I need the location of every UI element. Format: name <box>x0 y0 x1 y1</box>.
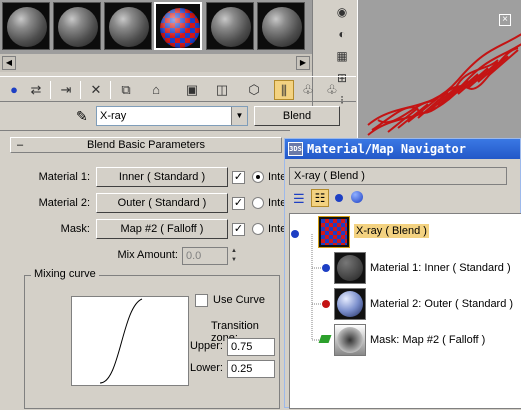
material-name-row: ✎ X-ray ▼ Blend <box>0 104 356 130</box>
mask-label: Mask: <box>60 223 90 235</box>
navigator-toolbar: ☰ ☷ <box>289 189 519 211</box>
navigator-current-material: X-ray ( Blend ) <box>289 167 507 185</box>
xray-thumb-icon <box>321 219 347 245</box>
backlight-icon[interactable]: ◐ <box>331 24 353 44</box>
eyedropper-icon[interactable]: ✎ <box>76 108 88 125</box>
blend-node-icon <box>291 230 299 238</box>
sample-slot-2[interactable] <box>53 2 101 50</box>
standard-node-icon <box>322 264 330 272</box>
go-forward-sibling-icon[interactable]: ♧ <box>298 80 318 100</box>
mask-interactive-radio[interactable] <box>252 223 264 235</box>
material2-interactive-radio[interactable] <box>252 197 264 209</box>
tree-node-inner[interactable] <box>334 252 366 284</box>
view-large-icons-icon[interactable] <box>351 191 363 203</box>
material-sphere-preview <box>58 7 98 47</box>
sample-slot-5[interactable] <box>206 2 254 50</box>
material-sphere-preview <box>262 7 302 47</box>
rollout-title: Blend Basic Parameters <box>87 139 205 151</box>
lower-label: Lower: <box>189 362 223 374</box>
sample-type-icon[interactable]: ◉ <box>331 2 353 22</box>
chevron-down-icon[interactable]: ▼ <box>231 107 247 125</box>
material2-enable-checkbox[interactable]: ✓ <box>232 197 245 210</box>
checker-sphere-preview <box>160 8 200 48</box>
scroll-right-arrow-icon[interactable]: ▶ <box>296 56 310 70</box>
view-list-icons-icon[interactable]: ☷ <box>311 189 329 207</box>
tree-label-inner[interactable]: Material 1: Inner ( Standard ) <box>370 262 511 274</box>
mix-amount-spinner-icon[interactable]: ▲ ▼ <box>229 247 239 265</box>
material2-label: Material 2: <box>38 197 90 209</box>
material-effects-channel-icon[interactable]: ▣ <box>182 80 202 100</box>
sample-slot-6[interactable] <box>257 2 305 50</box>
sample-slots <box>0 0 312 54</box>
assign-to-selection-icon[interactable]: ⇥ <box>56 80 76 100</box>
xray-helix-object <box>367 33 521 136</box>
mixing-curve-group: Mixing curve Use Curve Transition zone: … <box>24 268 280 409</box>
put-to-scene-icon[interactable]: ⇄ <box>26 80 46 100</box>
get-material-icon[interactable]: ● <box>4 80 24 100</box>
lower-field[interactable]: 0.25 <box>227 360 275 378</box>
material-sphere-preview <box>211 7 251 47</box>
material2-button[interactable]: Outer ( Standard ) <box>96 193 228 213</box>
material1-interactive-radio[interactable] <box>252 171 264 183</box>
material-name-combo[interactable]: X-ray ▼ <box>96 106 248 126</box>
tree-node-mask[interactable] <box>334 324 366 356</box>
blend-parameters-panel: – Blend Basic Parameters Material 1: Inn… <box>0 130 290 409</box>
navigator-title: Material/Map Navigator <box>307 142 466 156</box>
viewport[interactable]: × <box>357 0 521 138</box>
material-sphere-preview <box>7 7 47 47</box>
tree-node-outer[interactable] <box>334 288 366 320</box>
falloff-thumb-icon <box>337 327 363 353</box>
material-sphere-preview <box>109 7 149 47</box>
background-icon[interactable]: ▦ <box>331 46 353 66</box>
material1-enable-checkbox[interactable]: ✓ <box>232 171 245 184</box>
rollout-header[interactable]: – Blend Basic Parameters <box>10 137 282 153</box>
make-unique-icon[interactable]: ⧉ <box>116 80 136 100</box>
upper-label: Upper: <box>189 340 223 352</box>
pick-material-icon[interactable]: ♧ <box>322 80 342 100</box>
mixing-curve-graph <box>71 296 189 386</box>
go-to-parent-icon[interactable]: ⫼ <box>274 80 294 100</box>
mixing-curve-line <box>99 298 143 384</box>
use-curve-label: Use Curve <box>213 294 265 306</box>
material-map-navigator-window: 3DS Material/Map Navigator X-ray ( Blend… <box>284 138 521 409</box>
outer-thumb-icon <box>337 291 363 317</box>
inner-thumb-icon <box>337 255 363 281</box>
upper-field[interactable]: 0.75 <box>227 338 275 356</box>
slots-scrollbar[interactable]: ◀ ▶ <box>0 54 312 72</box>
3ds-logo-icon: 3DS <box>288 142 303 156</box>
reset-map-icon[interactable]: ✕ <box>86 80 106 100</box>
mask-button[interactable]: Map #2 ( Falloff ) <box>96 219 228 239</box>
mixing-curve-title: Mixing curve <box>31 268 99 280</box>
mask-enable-checkbox[interactable]: ✓ <box>232 223 245 236</box>
put-to-library-icon[interactable]: ⌂ <box>146 80 166 100</box>
navigator-tree: X-ray ( Blend ) Material 1: Inner ( Stan… <box>289 213 521 409</box>
navigator-title-bar[interactable]: 3DS Material/Map Navigator <box>285 139 520 159</box>
sample-slot-3[interactable] <box>104 2 152 50</box>
tree-label-mask[interactable]: Mask: Map #2 ( Falloff ) <box>370 334 485 346</box>
material-name-value: X-ray <box>100 110 127 122</box>
sample-slot-1[interactable] <box>2 2 50 50</box>
use-curve-checkbox[interactable] <box>195 294 208 307</box>
tree-label-xray[interactable]: X-ray ( Blend ) <box>354 224 429 238</box>
view-small-icons-icon[interactable] <box>335 194 343 202</box>
view-list-icon[interactable]: ☰ <box>293 191 305 207</box>
material-editor-toolbar: ● ⇄ ⇥ ✕ ⧉ ⌂ ▣ ◫ ⬡ ⫼ ♧ ♧ <box>0 76 356 102</box>
tree-label-outer[interactable]: Material 2: Outer ( Standard ) <box>370 298 513 310</box>
material1-button[interactable]: Inner ( Standard ) <box>96 167 228 187</box>
tree-node-xray[interactable] <box>318 216 350 248</box>
scroll-left-arrow-icon[interactable]: ◀ <box>2 56 16 70</box>
mix-amount-label: Mix Amount: <box>117 249 178 261</box>
collapse-icon: – <box>17 139 24 151</box>
show-map-in-viewport-icon[interactable]: ◫ <box>212 80 232 100</box>
standard-node-icon <box>322 300 330 308</box>
sample-slot-active[interactable] <box>154 2 202 50</box>
material1-label: Material 1: <box>38 171 90 183</box>
mix-amount-field[interactable]: 0.0 <box>182 247 228 265</box>
show-end-result-icon[interactable]: ⬡ <box>244 80 264 100</box>
material-type-button[interactable]: Blend <box>254 106 340 126</box>
